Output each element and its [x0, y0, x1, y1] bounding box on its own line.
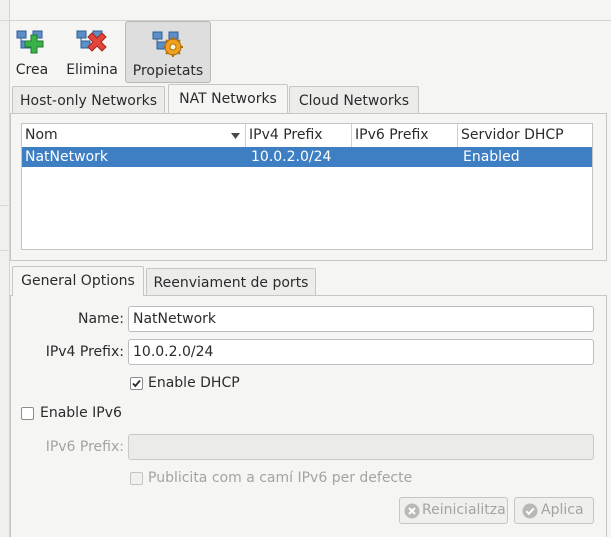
left-sidebar-divider [0, 205, 9, 206]
column-header-dhcp[interactable]: Servidor DHCP [458, 124, 592, 147]
cell-ipv4: 10.0.2.0/24 [251, 149, 332, 165]
tab-general-label: General Options [21, 273, 135, 289]
enable-ipv6-label[interactable]: Enable IPv6 [40, 404, 122, 422]
tab-nat-label: NAT Networks [179, 91, 277, 107]
nat-networks-table[interactable]: Nom IPv4 Prefix IPv6 Prefix Servidor DHC… [21, 123, 593, 250]
table-row[interactable]: NatNetwork 10.0.2.0/24 Enabled [22, 147, 592, 167]
reset-button[interactable]: Reinicialitza [399, 497, 508, 524]
apply-button[interactable]: Aplica [514, 497, 594, 524]
delete-button-label: Elimina [66, 62, 118, 78]
network-remove-icon [76, 30, 107, 52]
check-icon [132, 379, 141, 388]
reset-button-label: Reinicialitza [422, 502, 506, 518]
apply-icon [522, 503, 538, 519]
left-sidebar-divider [0, 250, 9, 251]
enable-dhcp-label[interactable]: Enable DHCP [148, 374, 240, 392]
ipv6-prefix-label: IPv6 Prefix: [45, 439, 124, 455]
left-sidebar-divider [0, 20, 9, 21]
ipv4-prefix-field[interactable]: 10.0.2.0/24 [128, 339, 594, 365]
tab-general-options[interactable]: General Options [12, 266, 144, 296]
column-header-dhcp-label: Servidor DHCP [461, 127, 564, 143]
left-sidebar-edge [0, 0, 10, 537]
cell-name: NatNetwork [25, 149, 108, 165]
tab-host-only-networks[interactable]: Host-only Networks [12, 86, 165, 114]
tab-host-only-label: Host-only Networks [20, 93, 157, 109]
enable-ipv6-checkbox[interactable] [21, 407, 34, 420]
sort-descending-icon [231, 133, 240, 139]
apply-button-label: Aplica [541, 502, 584, 518]
create-button-label: Crea [15, 62, 49, 78]
column-header-ipv6-label: IPv6 Prefix [355, 127, 429, 143]
delete-button[interactable]: Elimina [64, 21, 120, 81]
create-button[interactable]: Crea [10, 21, 54, 81]
table-header: Nom IPv4 Prefix IPv6 Prefix Servidor DHC… [22, 124, 592, 148]
reset-icon [404, 503, 420, 519]
advertise-default-route-label: Publicita com a camí IPv6 per defecte [148, 470, 413, 486]
tab-nat-networks[interactable]: NAT Networks [168, 84, 288, 114]
tab-cloud-label: Cloud Networks [298, 93, 410, 109]
name-field[interactable]: NatNetwork [128, 306, 594, 332]
advertise-default-route-checkbox[interactable] [130, 472, 143, 485]
column-header-ipv4-label: IPv4 Prefix [249, 127, 323, 143]
column-header-ipv6[interactable]: IPv6 Prefix [352, 124, 458, 147]
column-header-name-label: Nom [25, 127, 58, 143]
ipv4-prefix-label: IPv4 Prefix: [45, 344, 124, 360]
cell-dhcp: Enabled [463, 149, 520, 165]
tab-port-forwarding-label: Reenviament de ports [153, 275, 309, 291]
properties-button[interactable]: Propietats [125, 21, 211, 83]
tab-connector [13, 294, 143, 296]
tab-port-forwarding[interactable]: Reenviament de ports [146, 268, 316, 296]
name-label: Name: [77, 311, 124, 327]
network-properties-icon [152, 31, 183, 57]
column-header-ipv4[interactable]: IPv4 Prefix [246, 124, 352, 147]
tab-cloud-networks[interactable]: Cloud Networks [289, 86, 419, 114]
cell-ipv6 [354, 147, 357, 167]
properties-button-label: Propietats [132, 63, 204, 79]
ipv6-prefix-field[interactable] [128, 434, 594, 460]
enable-dhcp-checkbox[interactable] [130, 377, 143, 390]
column-header-name[interactable]: Nom [22, 124, 246, 147]
network-add-icon [16, 30, 44, 54]
